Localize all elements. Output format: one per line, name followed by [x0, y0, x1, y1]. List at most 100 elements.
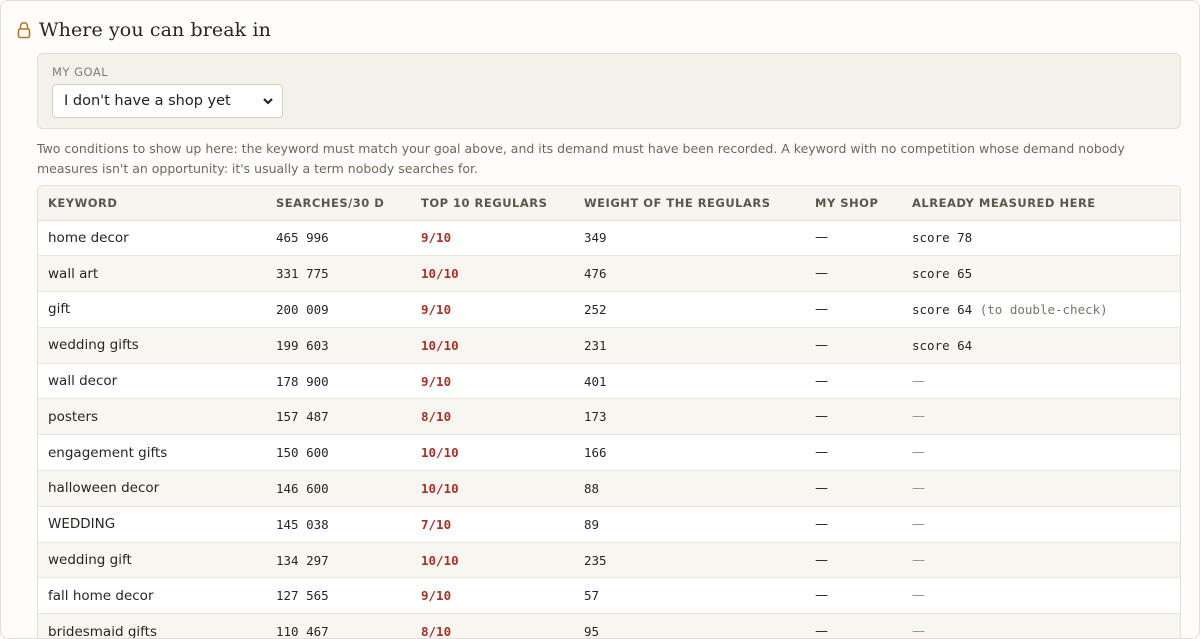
searches-cell: 127 565: [266, 577, 411, 615]
measured-cell: —: [902, 542, 1180, 579]
measured-cell: —: [902, 506, 1180, 543]
weight-cell-text: 173: [584, 409, 607, 425]
goal-select-value: I don't have a shop yet: [64, 93, 231, 109]
table-row[interactable]: wall decor 178 900 9/10 401 — —: [38, 363, 1180, 400]
section-title: Where you can break in: [39, 19, 271, 41]
regulars-cell: 10/10: [411, 434, 574, 472]
table-row[interactable]: posters 157 487 8/10 173 — —: [38, 398, 1180, 436]
keyword-cell-text: posters: [48, 408, 99, 425]
chevron-down-icon: [263, 98, 273, 105]
my-shop-cell-text: —: [815, 230, 828, 246]
searches-cell-text: 127 565: [276, 588, 329, 604]
table-row[interactable]: bridesmaid gifts 110 467 8/10 95 — —: [38, 613, 1180, 639]
keyword-cell: wall decor: [38, 363, 266, 400]
searches-cell: 465 996: [266, 220, 411, 257]
table-row[interactable]: gift 200 009 9/10 252 — score 64 (to double-c…: [38, 291, 1180, 328]
measured-cell-text: —: [912, 373, 925, 389]
measured-cell: score 78: [902, 220, 1180, 257]
regulars-cell: 9/10: [411, 291, 574, 328]
my-shop-cell-text: —: [815, 301, 828, 317]
keyword-cell: posters: [38, 398, 266, 436]
searches-cell: 134 297: [266, 542, 411, 579]
my-shop-cell: —: [805, 577, 902, 615]
weight-cell-text: 89: [584, 516, 600, 532]
searches-cell-text: 199 603: [276, 337, 329, 353]
regulars-cell-text: 10/10: [421, 480, 459, 496]
weight-cell: 57: [574, 577, 805, 615]
section-header: Where you can break in: [17, 19, 271, 41]
table-row[interactable]: engagement gifts 150 600 10/10 166 — —: [38, 434, 1180, 472]
searches-cell-text: 331 775: [276, 266, 329, 282]
table-row[interactable]: halloween decor 146 600 10/10 88 — —: [38, 470, 1180, 507]
weight-cell-text: 57: [584, 588, 600, 604]
regulars-cell: 10/10: [411, 542, 574, 579]
my-shop-cell: —: [805, 506, 902, 543]
regulars-cell: 10/10: [411, 470, 574, 507]
table-row[interactable]: WEDDING 145 038 7/10 89 — —: [38, 506, 1180, 543]
my-shop-cell-text: —: [815, 552, 828, 568]
table-row[interactable]: home decor 465 996 9/10 349 — score 78: [38, 220, 1180, 257]
measured-cell-text: —: [912, 445, 925, 461]
measured-cell: —: [902, 613, 1180, 638]
regulars-cell: 9/10: [411, 577, 574, 615]
table-row[interactable]: fall home decor 127 565 9/10 57 — —: [38, 577, 1180, 615]
keyword-cell: wall art: [38, 255, 266, 293]
keyword-cell-text: fall home decor: [48, 587, 154, 604]
keyword-cell: engagement gifts: [38, 434, 266, 472]
my-shop-cell: —: [805, 470, 902, 507]
searches-cell: 110 467: [266, 613, 411, 638]
keyword-cell: wedding gifts: [38, 327, 266, 364]
col-already-measured-header: ALREADY MEASURED HERE: [902, 186, 1180, 221]
my-shop-cell: —: [805, 327, 902, 364]
weight-cell-text: 88: [584, 480, 600, 496]
my-shop-cell-text: —: [815, 266, 828, 282]
keyword-cell: fall home decor: [38, 577, 266, 615]
my-shop-cell-text: —: [815, 337, 828, 353]
double-check-hint: (to double-check): [979, 301, 1108, 317]
measured-cell-text: score 64: [912, 337, 973, 353]
measured-cell-text: score 64: [912, 301, 973, 317]
regulars-cell: 7/10: [411, 506, 574, 543]
searches-cell-text: 157 487: [276, 409, 329, 425]
searches-cell-text: 150 600: [276, 445, 329, 461]
table-header-row: KEYWORD SEARCHES/30 D TOP 10 REGULARS WEIGH…: [38, 186, 1180, 221]
regulars-cell-text: 8/10: [421, 624, 452, 639]
weight-cell: 95: [574, 613, 805, 639]
regulars-cell: 9/10: [411, 220, 574, 257]
table-row[interactable]: wall art 331 775 10/10 476 — score 65: [38, 255, 1180, 293]
regulars-cell-text: 10/10: [421, 266, 459, 282]
measured-cell: score 65: [902, 255, 1180, 293]
weight-cell-text: 95: [584, 624, 600, 639]
keyword-cell: wedding gift: [38, 542, 266, 579]
keyword-cell: halloween decor: [38, 470, 266, 507]
weight-cell: 173: [574, 398, 805, 436]
measured-cell-text: —: [912, 588, 925, 604]
keyword-cell-text: halloween decor: [48, 480, 160, 497]
weight-cell: 231: [574, 327, 805, 364]
lock-icon: [17, 21, 31, 39]
my-shop-cell-text: —: [815, 624, 828, 639]
table-row[interactable]: wedding gifts 199 603 10/10 231 — score 64: [38, 327, 1180, 364]
measured-cell-text: score 65: [912, 266, 973, 282]
measured-cell: —: [902, 398, 1180, 436]
measured-cell: score 64 (to double-check): [902, 291, 1180, 328]
keyword-cell-text: wedding gift: [48, 552, 132, 569]
weight-cell: 89: [574, 506, 805, 543]
table-row[interactable]: wedding gift 134 297 10/10 235 — —: [38, 542, 1180, 579]
weight-cell-text: 252: [584, 301, 607, 317]
goal-select[interactable]: I don't have a shop yet: [52, 84, 283, 118]
measured-cell-text: —: [912, 552, 925, 568]
measured-cell: —: [902, 470, 1180, 507]
my-shop-cell-text: —: [815, 480, 828, 496]
weight-cell: 235: [574, 542, 805, 579]
searches-cell-text: 178 900: [276, 373, 329, 389]
regulars-cell-text: 8/10: [421, 409, 452, 425]
keyword-table: KEYWORD SEARCHES/30 D TOP 10 REGULARS WEIGH…: [37, 185, 1181, 639]
regulars-cell: 8/10: [411, 398, 574, 436]
regulars-cell: 10/10: [411, 327, 574, 364]
measured-cell: score 64: [902, 327, 1180, 364]
searches-cell-text: 145 038: [276, 516, 329, 532]
measured-cell-text: —: [912, 409, 925, 425]
regulars-cell-text: 9/10: [421, 588, 452, 604]
keyword-cell: gift: [38, 291, 266, 328]
